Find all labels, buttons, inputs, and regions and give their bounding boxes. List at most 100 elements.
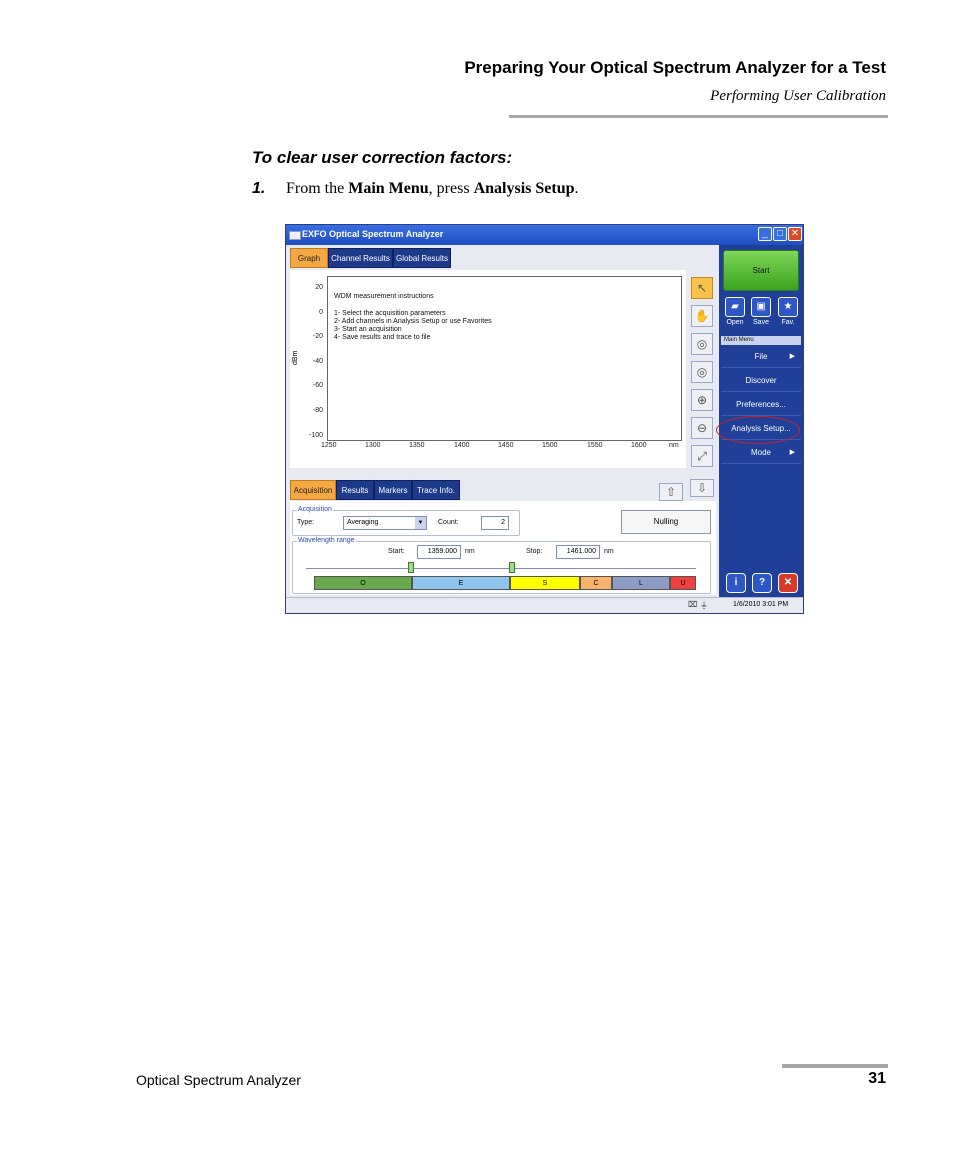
band-l: L	[612, 576, 670, 590]
app-screenshot: EXFO Optical Spectrum Analyzer _ □ ✕ Gra…	[285, 224, 804, 614]
y-tick: 20	[315, 284, 323, 291]
y-tick: -20	[312, 333, 323, 340]
section-subtitle: Performing User Calibration	[710, 88, 886, 104]
step-number: 1.	[252, 180, 266, 197]
spectrum-plot[interactable]	[327, 276, 682, 441]
band-u: U	[670, 576, 696, 590]
save-label: Save	[753, 319, 769, 326]
menu-item-label: Mode	[750, 448, 771, 457]
footer-product: Optical Spectrum Analyzer	[136, 1072, 301, 1088]
menu-item-preferences[interactable]: Preferences...	[721, 393, 801, 416]
stop-wl-input[interactable]: 1461.000	[556, 545, 600, 559]
x-tick: 1450	[498, 442, 514, 449]
start-wl-label: Start:	[388, 548, 405, 555]
y-tick: -80	[312, 407, 323, 414]
window-titlebar: EXFO Optical Spectrum Analyzer _ □ ✕	[286, 225, 803, 245]
close-icon[interactable]: ✕	[788, 227, 802, 241]
step-text-mid: , press	[428, 180, 474, 197]
save-disk-icon[interactable]: ▣	[751, 297, 771, 317]
instruction-line: 1- Select the acquisition parameters	[334, 310, 446, 317]
instruction-line: 3- Start an acquisition	[334, 326, 402, 333]
maximize-icon[interactable]: □	[773, 227, 787, 241]
stop-slider-handle[interactable]	[509, 562, 515, 573]
tab-acquisition[interactable]: Acquisition	[290, 480, 336, 500]
help-icon[interactable]: ?	[752, 573, 772, 593]
band-c: C	[580, 576, 612, 590]
count-label: Count:	[438, 519, 459, 526]
zoom-in-icon[interactable]: ⊕	[691, 389, 713, 411]
step-1: 1. From the Main Menu, press Analysis Set…	[252, 180, 578, 198]
instructions-title: WDM measurement instructions	[334, 293, 434, 300]
nulling-button[interactable]: Nulling	[621, 510, 711, 534]
main-menu-header: Main Menu	[721, 336, 801, 345]
pan-hand-icon[interactable]: ✋	[691, 305, 713, 327]
keyboard-icon[interactable]: ⌧	[688, 600, 697, 609]
y-tick: -60	[312, 382, 323, 389]
start-wl-input[interactable]: 1359.000	[417, 545, 461, 559]
full-scale-icon[interactable]: ⤢	[691, 445, 713, 467]
exit-icon[interactable]: ✕	[778, 573, 798, 593]
submenu-arrow-icon: ▶	[789, 449, 795, 456]
y-axis-label: dBm	[292, 350, 299, 365]
status-time: 1/6/2010 3:01 PM	[733, 601, 789, 608]
band-o: O	[314, 576, 412, 590]
tab-markers[interactable]: Markers	[374, 480, 412, 500]
open-folder-icon[interactable]: ▰	[725, 297, 745, 317]
submenu-arrow-icon: ▶	[789, 353, 795, 360]
menu-item-discover[interactable]: Discover	[721, 369, 801, 392]
chevron-down-icon: ▼	[415, 517, 426, 529]
zoom-out-icon[interactable]: ⊖	[691, 417, 713, 439]
step-text-pre: From the	[286, 180, 349, 197]
footer-rule	[782, 1064, 888, 1068]
x-tick: 1400	[454, 442, 470, 449]
stop-wl-unit: nm	[604, 548, 614, 555]
menu-item-mode[interactable]: Mode ▶	[721, 441, 801, 464]
band-s: S	[510, 576, 580, 590]
y-tick: -100	[308, 432, 323, 439]
x-tick: 1300	[365, 442, 381, 449]
start-slider-handle[interactable]	[408, 562, 414, 573]
header-rule	[509, 115, 888, 118]
y-tick: -40	[312, 358, 323, 365]
acquisition-group-label: Acquisition	[297, 506, 333, 513]
highlight-circle	[716, 416, 800, 444]
tab-results[interactable]: Results	[336, 480, 374, 500]
x-tick: 1550	[587, 442, 603, 449]
page-number: 31	[868, 1070, 886, 1087]
tab-global-results[interactable]: Global Results	[393, 248, 451, 268]
start-wl-unit: nm	[465, 548, 475, 555]
tab-channel-results[interactable]: Channel Results	[328, 248, 393, 268]
stop-wl-label: Stop:	[526, 548, 543, 555]
power-plug-icon: ⏚	[700, 601, 708, 610]
fav-label: Fav.	[781, 319, 795, 326]
x-unit: nm	[669, 442, 679, 449]
minimize-icon[interactable]: _	[758, 227, 772, 241]
instruction-line: 4- Save results and trace to file	[334, 334, 431, 341]
range-slider-track[interactable]	[306, 568, 696, 569]
tab-trace-info[interactable]: Trace Info.	[412, 480, 460, 500]
collapse-up-icon[interactable]: ⇧	[659, 483, 683, 501]
expand-down-icon[interactable]: ⇩	[690, 479, 714, 497]
type-value: Averaging	[347, 519, 379, 526]
step-bold-analysis-setup: Analysis Setup	[473, 180, 575, 197]
favorites-star-icon[interactable]: ★	[778, 297, 798, 317]
status-bar	[286, 597, 803, 613]
info-icon[interactable]: i	[726, 573, 746, 593]
tab-graph[interactable]: Graph	[290, 248, 328, 268]
start-button[interactable]: Start	[723, 250, 799, 291]
zoom-area-icon[interactable]: ◎	[691, 333, 713, 355]
app-icon	[289, 231, 301, 240]
x-tick: 1500	[542, 442, 558, 449]
wavelength-group-label: Wavelength range	[297, 537, 356, 544]
instruction-line: 2- Add channels in Analysis Setup or use…	[334, 318, 492, 325]
chapter-title: Preparing Your Optical Spectrum Analyzer…	[464, 58, 886, 77]
menu-item-file[interactable]: File ▶	[721, 345, 801, 368]
window-title: EXFO Optical Spectrum Analyzer	[302, 229, 444, 239]
zoom-fit-icon[interactable]: ◎	[691, 361, 713, 383]
count-input[interactable]: 2	[481, 516, 509, 530]
type-label: Type:	[297, 519, 315, 526]
pointer-tool-icon[interactable]: ↖	[691, 277, 713, 299]
procedure-title: To clear user correction factors:	[252, 148, 513, 167]
x-tick: 1250	[321, 442, 337, 449]
type-select[interactable]: Averaging ▼	[343, 516, 427, 530]
